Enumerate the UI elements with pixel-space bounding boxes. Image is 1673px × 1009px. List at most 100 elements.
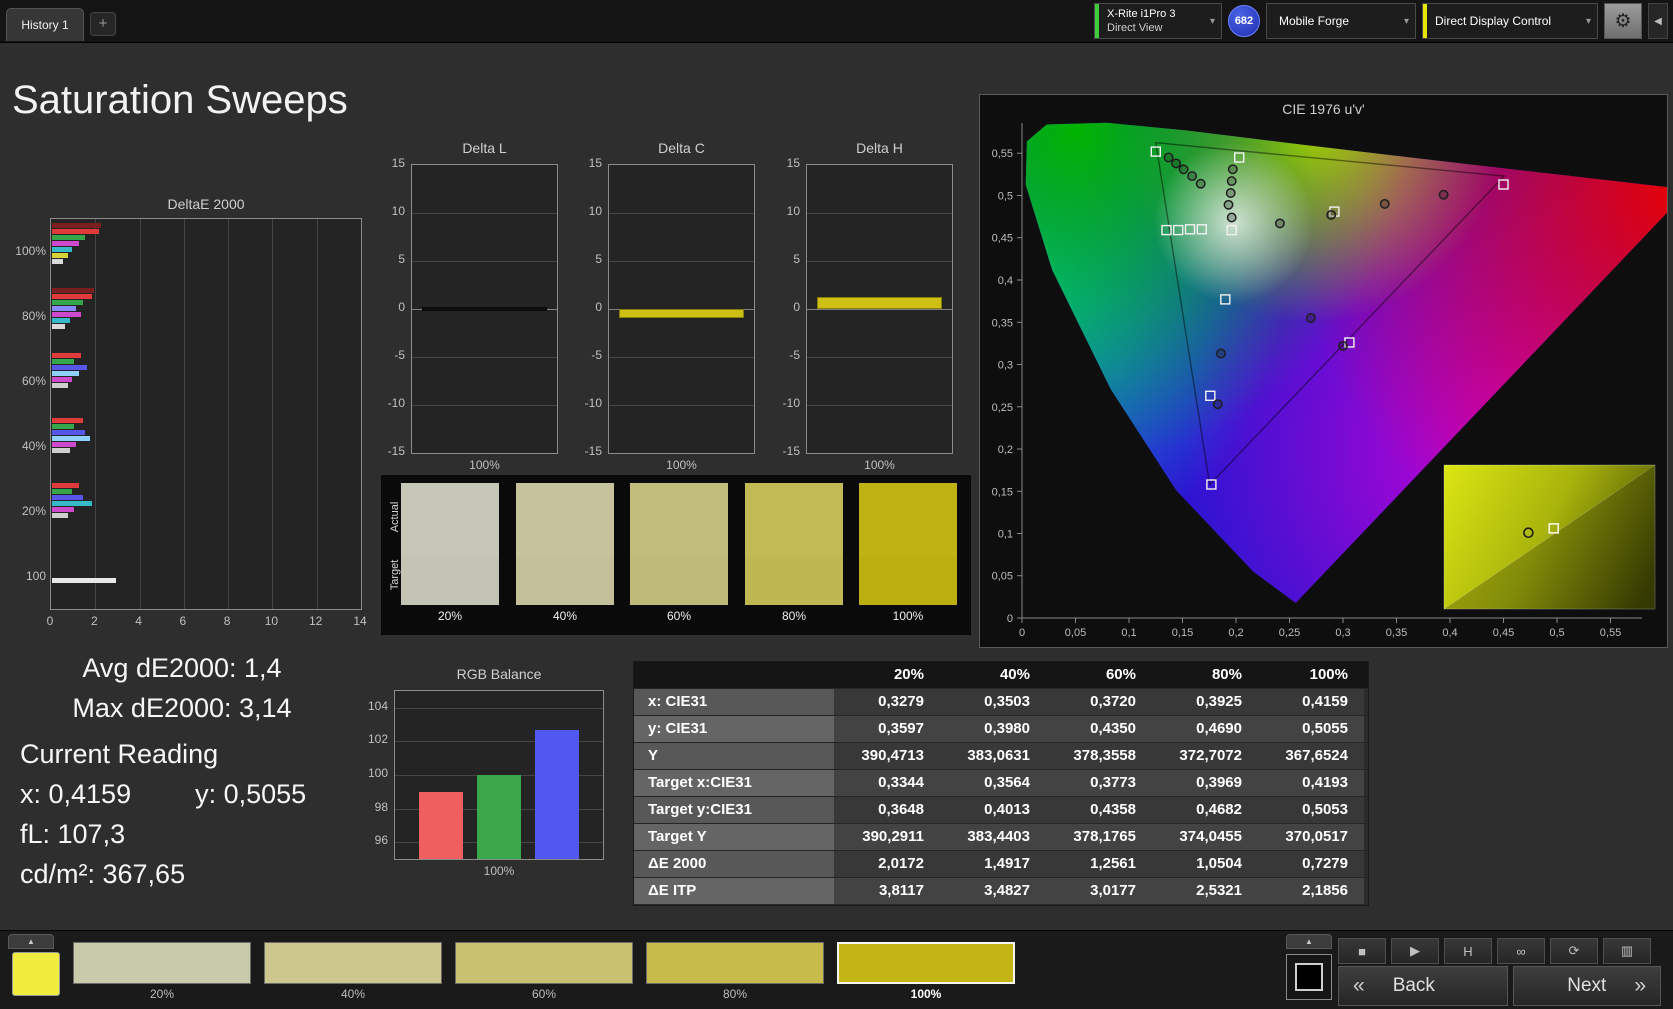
- continuous-measure-icon[interactable]: ∞: [1497, 938, 1545, 964]
- deltae-bar: [52, 513, 68, 518]
- swatch-color: [73, 942, 251, 984]
- cie-y-tick-label: 0,1: [998, 529, 1013, 541]
- table-cell: 0,4159: [1258, 689, 1364, 715]
- swatch-color: [646, 942, 824, 984]
- add-tab-button[interactable]: +: [90, 12, 116, 36]
- saturation-swatch: [859, 483, 957, 605]
- pattern-tray-toggle[interactable]: ▲: [8, 934, 54, 949]
- table-header-row: 20% 40% 60% 80% 100%: [634, 662, 1368, 689]
- table-row: x: CIE31 0,3279 0,3503 0,3720 0,3925 0,4159: [634, 689, 1368, 716]
- deltae-bar: [52, 371, 79, 376]
- delta-l-title: Delta L: [462, 140, 507, 156]
- cie-measured-point: [1438, 189, 1449, 200]
- play-icon[interactable]: ▶: [1391, 938, 1439, 964]
- axis-tick-label: 0: [595, 300, 602, 314]
- gridline-horizontal: [807, 357, 952, 358]
- delta-l-y-axis: 15 10 5 0 -5 -10 -15: [369, 140, 405, 475]
- table-header-label: [634, 662, 834, 688]
- up-arrow-icon: ▲: [1305, 937, 1313, 946]
- chevron-down-icon: ▾: [1209, 15, 1215, 27]
- cie-measured-point: [1216, 348, 1226, 359]
- cie-diagram-svg: 0 0,05 0,1 0,15 0,2 0,25 0,3 0,35 0,4 0,45 0,5 0,55…: [992, 122, 1667, 639]
- cie-y-tick-label: 0,15: [992, 486, 1013, 498]
- pattern-swatch-button[interactable]: 60%: [455, 942, 633, 1004]
- table-cell: 0,3648: [834, 797, 940, 823]
- deltae2000-title: DeltaE 2000: [167, 196, 245, 212]
- swatch-actual: [401, 483, 499, 557]
- stop-icon[interactable]: ■: [1338, 938, 1386, 964]
- pattern-swatch-button[interactable]: 80%: [646, 942, 824, 1004]
- rgb-balance-title: RGB Balance: [456, 666, 542, 682]
- axis-tick-label: 100: [367, 766, 388, 780]
- pattern-swatch-button[interactable]: 40%: [264, 942, 442, 1004]
- deltae-bar: [52, 312, 81, 317]
- up-arrow-icon: ▲: [27, 937, 35, 946]
- table-cell: 0,3597: [834, 716, 940, 742]
- gridline-horizontal: [412, 261, 557, 262]
- pattern-color-button[interactable]: [12, 952, 60, 996]
- pattern-window-button[interactable]: [1286, 954, 1332, 1000]
- axis-tick-label: 15: [786, 156, 800, 170]
- table-cell: 3,4827: [940, 878, 1046, 904]
- cie-measured-point: [1163, 152, 1174, 163]
- saturation-swatch: [745, 483, 843, 605]
- table-cell: 0,4358: [1046, 797, 1152, 823]
- measurement-count-badge[interactable]: 682: [1228, 5, 1260, 37]
- back-button[interactable]: « Back: [1338, 966, 1508, 1006]
- hold-icon[interactable]: H: [1444, 938, 1492, 964]
- deltae-bar: [52, 578, 117, 583]
- back-label: Back: [1392, 975, 1435, 996]
- gridline-horizontal: [807, 213, 952, 214]
- delta-l-x-label: 100%: [469, 458, 500, 472]
- next-label: Next: [1567, 975, 1607, 996]
- table-cell: 0,3980: [940, 716, 1046, 742]
- pattern-swatch-button[interactable]: 20%: [73, 942, 251, 1004]
- table-cell: 383,4403: [940, 824, 1046, 850]
- source-dropdown[interactable]: Mobile Forge ▾: [1266, 3, 1416, 39]
- deltae2000-y-axis: 100% 80% 60% 40% 20% 100: [10, 196, 46, 632]
- table-header-cell: 60%: [1105, 666, 1136, 683]
- gridline-horizontal: [412, 357, 557, 358]
- deltae-bar: [52, 383, 68, 388]
- axis-tick-label: 4: [135, 614, 142, 628]
- table-cell: 390,2911: [834, 824, 940, 850]
- cie-x-tick-label: 0,15: [1172, 627, 1193, 639]
- swatch-label: 40%: [552, 609, 578, 623]
- deltae-bar: [52, 430, 86, 435]
- tab-history-1[interactable]: History 1: [6, 8, 84, 41]
- axis-tick-label: 98: [374, 799, 388, 814]
- axis-tick-label: 104: [367, 698, 388, 713]
- table-row-label: Target Y: [634, 824, 834, 850]
- cie-inset-zoom: [1443, 464, 1656, 610]
- swatch-target: [745, 557, 843, 605]
- deltae-bar: [52, 495, 83, 500]
- axis-tick-label: -15: [782, 444, 800, 458]
- axis-tick-label: 0: [46, 614, 54, 628]
- deltae-group-label: 20%: [21, 504, 46, 518]
- current-reading-heading: Current Reading: [20, 739, 219, 769]
- refresh-icon[interactable]: ⟳: [1550, 938, 1598, 964]
- next-button[interactable]: Next »: [1513, 966, 1661, 1006]
- axis-tick-label: -15: [387, 444, 405, 458]
- axis-tick-label: 96: [374, 833, 388, 848]
- pattern-swatch-button[interactable]: 100%: [837, 942, 1015, 1004]
- settings-button[interactable]: ⚙: [1604, 3, 1642, 39]
- table-row: Target y:CIE31 0,3648 0,4013 0,4358 0,4682 0,…: [634, 797, 1368, 824]
- cie-y-tick-label: 0,2: [998, 444, 1013, 456]
- collapse-panel-button[interactable]: ◀: [1648, 3, 1668, 39]
- cie-measured-point: [1171, 158, 1182, 169]
- deltae2000-x-axis: 0 2 4 6 8 10 12 14: [46, 614, 367, 630]
- controls-tray-toggle[interactable]: ▲: [1286, 934, 1332, 949]
- table-cell: 0,3279: [834, 689, 940, 715]
- pattern-window-icon[interactable]: ▥: [1603, 938, 1651, 964]
- cie-x-tick-label: 0,05: [1065, 627, 1086, 639]
- axis-tick-label: 5: [793, 252, 800, 266]
- table-cell: 1,4917: [940, 851, 1046, 877]
- meter-dropdown[interactable]: X-Rite i1Pro 3 Direct View ▾: [1094, 3, 1222, 39]
- max-de2000: Max dE2000: 3,14: [72, 693, 292, 723]
- display-control-dropdown[interactable]: Direct Display Control ▾: [1422, 3, 1598, 39]
- deltae-bar: [52, 501, 92, 506]
- table-cell: 0,3564: [940, 770, 1046, 796]
- deltae-bar: [52, 241, 79, 246]
- table-cell: 0,4193: [1258, 770, 1364, 796]
